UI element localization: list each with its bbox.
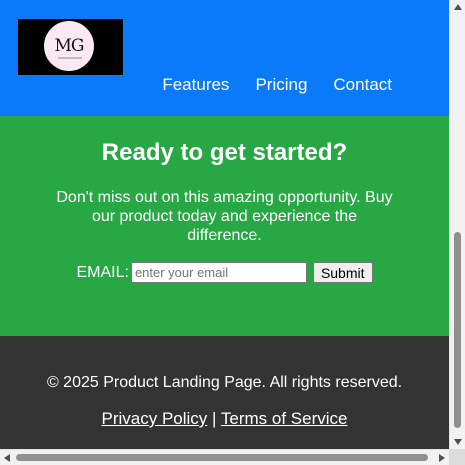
cta-section: Ready to get started? Don't miss out on … [0,116,449,336]
terms-of-service-link[interactable]: Terms of Service [221,409,348,428]
logo-text: MG [54,36,85,56]
scroll-left-arrow-icon[interactable] [4,454,10,462]
scroll-right-arrow-icon[interactable] [439,454,445,462]
vertical-scroll-thumb[interactable] [454,232,461,428]
scrollbar-corner [449,449,465,465]
privacy-policy-link[interactable]: Privacy Policy [102,409,208,428]
page-viewport: MG Features Pricing Contact Ready to get… [0,0,449,449]
email-signup-form: EMAIL: Submit [0,262,449,283]
site-footer: © 2025 Product Landing Page. All rights … [0,336,449,449]
logo-underline [58,57,82,59]
cta-title: Ready to get started? [101,139,348,166]
horizontal-scroll-thumb[interactable] [16,454,428,461]
horizontal-scrollbar[interactable] [0,449,449,465]
nav-link-features[interactable]: Features [162,75,229,95]
vertical-scrollbar[interactable] [449,0,465,449]
scroll-up-arrow-icon[interactable] [454,4,462,10]
site-header: MG Features Pricing Contact [0,0,449,116]
nav-link-pricing[interactable]: Pricing [255,75,307,95]
copyright-text: © 2025 Product Landing Page. All rights … [46,374,403,391]
link-separator: | [212,409,217,428]
scroll-down-arrow-icon[interactable] [454,439,462,445]
main-nav: Features Pricing Contact [162,75,392,95]
email-input[interactable] [130,262,307,283]
mg-logo-icon: MG [44,21,94,71]
submit-button[interactable]: Submit [312,262,373,283]
email-label: EMAIL: [76,263,129,281]
logo[interactable]: MG [18,19,123,75]
footer-links: Privacy Policy | Terms of Service [0,409,449,429]
cta-text: Don't miss out on this amazing opportuni… [56,189,393,244]
nav-link-contact[interactable]: Contact [333,75,392,95]
